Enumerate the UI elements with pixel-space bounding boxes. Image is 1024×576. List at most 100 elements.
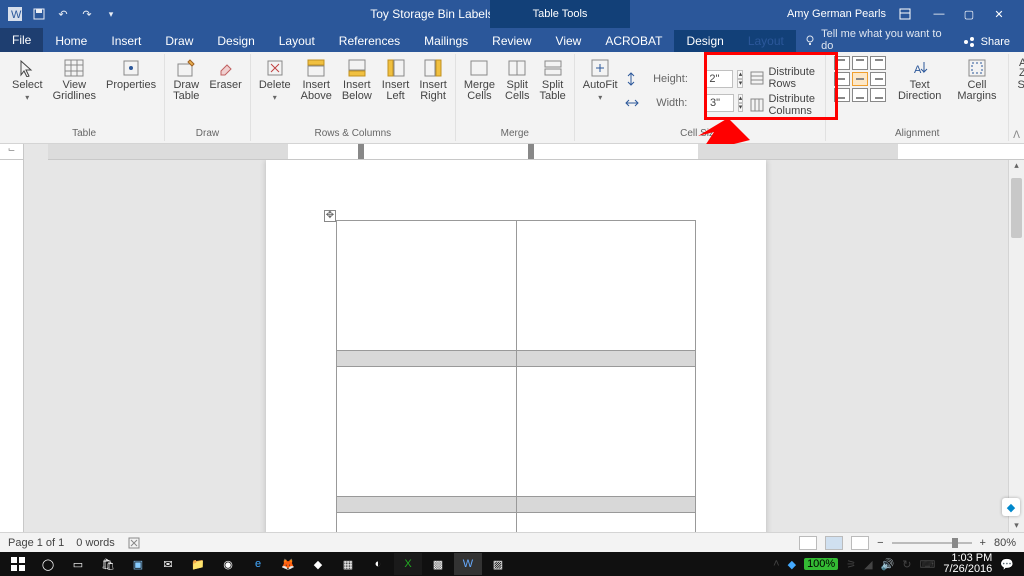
zoom-slider[interactable] xyxy=(892,542,972,544)
height-value[interactable]: 2" xyxy=(709,73,719,85)
label-table[interactable] xyxy=(336,220,696,536)
spellcheck-icon[interactable] xyxy=(127,536,141,550)
tab-references[interactable]: References xyxy=(327,30,412,52)
word-count[interactable]: 0 words xyxy=(76,537,115,549)
qat-more-icon[interactable]: ▾ xyxy=(104,7,118,21)
word-taskbar-icon[interactable]: W xyxy=(454,553,482,575)
minimize-button[interactable]: — xyxy=(924,0,954,28)
align-top-center[interactable] xyxy=(852,56,868,70)
web-layout-button[interactable] xyxy=(851,536,869,550)
height-down[interactable]: ▾ xyxy=(737,79,743,88)
zoom-in-button[interactable]: + xyxy=(980,537,986,549)
distribute-rows-button[interactable]: Distribute Rows xyxy=(746,65,820,91)
wifi-icon[interactable]: ◢ xyxy=(864,558,872,571)
sync-icon[interactable]: ↻ xyxy=(902,558,911,571)
app-icon[interactable]: ▣ xyxy=(124,553,152,575)
vertical-scrollbar[interactable]: ▴ ▾ xyxy=(1008,160,1024,536)
scroll-up[interactable]: ▴ xyxy=(1009,160,1024,176)
notifications-icon[interactable]: 💬 xyxy=(1000,558,1014,571)
align-bottom-left[interactable] xyxy=(834,88,850,102)
read-mode-button[interactable] xyxy=(799,536,817,550)
eraser-button[interactable]: Eraser xyxy=(205,56,245,126)
tab-table-layout[interactable]: Layout xyxy=(736,30,796,52)
align-bottom-right[interactable] xyxy=(870,88,886,102)
tab-home[interactable]: Home xyxy=(43,30,99,52)
redo-icon[interactable]: ↷ xyxy=(80,7,94,21)
select-button[interactable]: Select▾ xyxy=(8,56,47,126)
share-button[interactable]: Share xyxy=(949,32,1024,52)
maximize-button[interactable]: ▢ xyxy=(954,0,984,28)
scroll-thumb[interactable] xyxy=(1011,178,1022,238)
width-down[interactable]: ▾ xyxy=(738,103,744,112)
height-spinner[interactable]: Height: 2" ▴▾ xyxy=(624,69,745,89)
align-middle-left[interactable] xyxy=(834,72,850,86)
properties-button[interactable]: Properties xyxy=(102,56,160,126)
document-canvas[interactable]: ✥ xyxy=(24,160,1008,536)
edge-icon[interactable]: e xyxy=(244,553,272,575)
excel-icon[interactable]: X xyxy=(394,553,422,575)
teamviewer-icon[interactable]: ◆ xyxy=(788,558,796,571)
align-top-right[interactable] xyxy=(870,56,886,70)
tab-design[interactable]: Design xyxy=(205,30,266,52)
start-button[interactable] xyxy=(4,553,32,575)
tab-file[interactable]: File xyxy=(0,28,43,52)
ruler-vertical[interactable] xyxy=(0,160,24,536)
tab-table-design[interactable]: Design xyxy=(674,30,735,52)
chrome-icon[interactable]: ◉ xyxy=(214,553,242,575)
insert-below-button[interactable]: Insert Below xyxy=(338,56,376,126)
view-gridlines-button[interactable]: View Gridlines xyxy=(49,56,100,126)
app2-icon[interactable]: ◆ xyxy=(304,553,332,575)
width-up[interactable]: ▴ xyxy=(738,94,744,103)
merge-cells-button[interactable]: Merge Cells xyxy=(460,56,499,126)
keyboard-icon[interactable]: ⌨ xyxy=(919,558,935,571)
tray-up-icon[interactable]: ˄ xyxy=(773,558,779,570)
tab-layout[interactable]: Layout xyxy=(267,30,327,52)
align-middle-right[interactable] xyxy=(870,72,886,86)
text-direction-button[interactable]: AText Direction xyxy=(894,56,945,104)
mail-icon[interactable]: ✉ xyxy=(154,553,182,575)
distribute-columns-button[interactable]: Distribute Columns xyxy=(746,92,820,118)
teamviewer-badge[interactable]: ◆ xyxy=(1002,498,1020,516)
align-bottom-center[interactable] xyxy=(852,88,868,102)
insert-right-button[interactable]: Insert Right xyxy=(415,56,451,126)
app5-icon[interactable]: ▩ xyxy=(424,553,452,575)
network-icon[interactable]: ⚞ xyxy=(846,558,856,571)
tell-me[interactable]: Tell me what you want to do xyxy=(804,28,949,52)
draw-table-button[interactable]: Draw Table xyxy=(169,56,203,126)
split-table-button[interactable]: Split Table xyxy=(535,56,569,126)
tab-draw[interactable]: Draw xyxy=(153,30,205,52)
zoom-out-button[interactable]: − xyxy=(877,537,883,549)
tab-view[interactable]: View xyxy=(544,30,594,52)
app4-icon[interactable]: ◐ xyxy=(364,553,392,575)
undo-icon[interactable]: ↶ xyxy=(56,7,70,21)
print-layout-button[interactable] xyxy=(825,536,843,550)
ruler-horizontal[interactable] xyxy=(48,144,1024,160)
delete-button[interactable]: Delete▾ xyxy=(255,56,295,126)
tab-review[interactable]: Review xyxy=(480,30,543,52)
tab-mailings[interactable]: Mailings xyxy=(412,30,480,52)
sort-button[interactable]: AZSort xyxy=(1013,56,1024,140)
insert-above-button[interactable]: Insert Above xyxy=(297,56,336,126)
width-value[interactable]: 3" xyxy=(710,97,720,109)
ribbon-options-icon[interactable] xyxy=(898,7,912,21)
page-indicator[interactable]: Page 1 of 1 xyxy=(8,537,64,549)
align-top-left[interactable] xyxy=(834,56,850,70)
firefox-icon[interactable]: 🦊 xyxy=(274,553,302,575)
volume-icon[interactable]: 🔊 xyxy=(881,558,895,571)
tab-insert[interactable]: Insert xyxy=(99,30,153,52)
app3-icon[interactable]: ▦ xyxy=(334,553,362,575)
width-spinner[interactable]: Width: 3" ▴▾ xyxy=(624,93,745,113)
clock-date[interactable]: 7/26/2016 xyxy=(943,564,992,575)
table-move-handle[interactable]: ✥ xyxy=(324,210,336,222)
autofit-button[interactable]: AutoFit▾ xyxy=(579,56,622,126)
table-row[interactable] xyxy=(337,221,696,351)
app6-icon[interactable]: ▨ xyxy=(484,553,512,575)
height-up[interactable]: ▴ xyxy=(737,70,743,79)
align-middle-center[interactable] xyxy=(852,72,868,86)
tab-acrobat[interactable]: ACROBAT xyxy=(593,30,674,52)
close-button[interactable]: ✕ xyxy=(984,0,1014,28)
cortana-icon[interactable]: ◯ xyxy=(34,553,62,575)
battery-icon[interactable]: 100% xyxy=(804,558,838,570)
insert-left-button[interactable]: Insert Left xyxy=(378,56,414,126)
store-icon[interactable]: 🛍 xyxy=(94,553,122,575)
